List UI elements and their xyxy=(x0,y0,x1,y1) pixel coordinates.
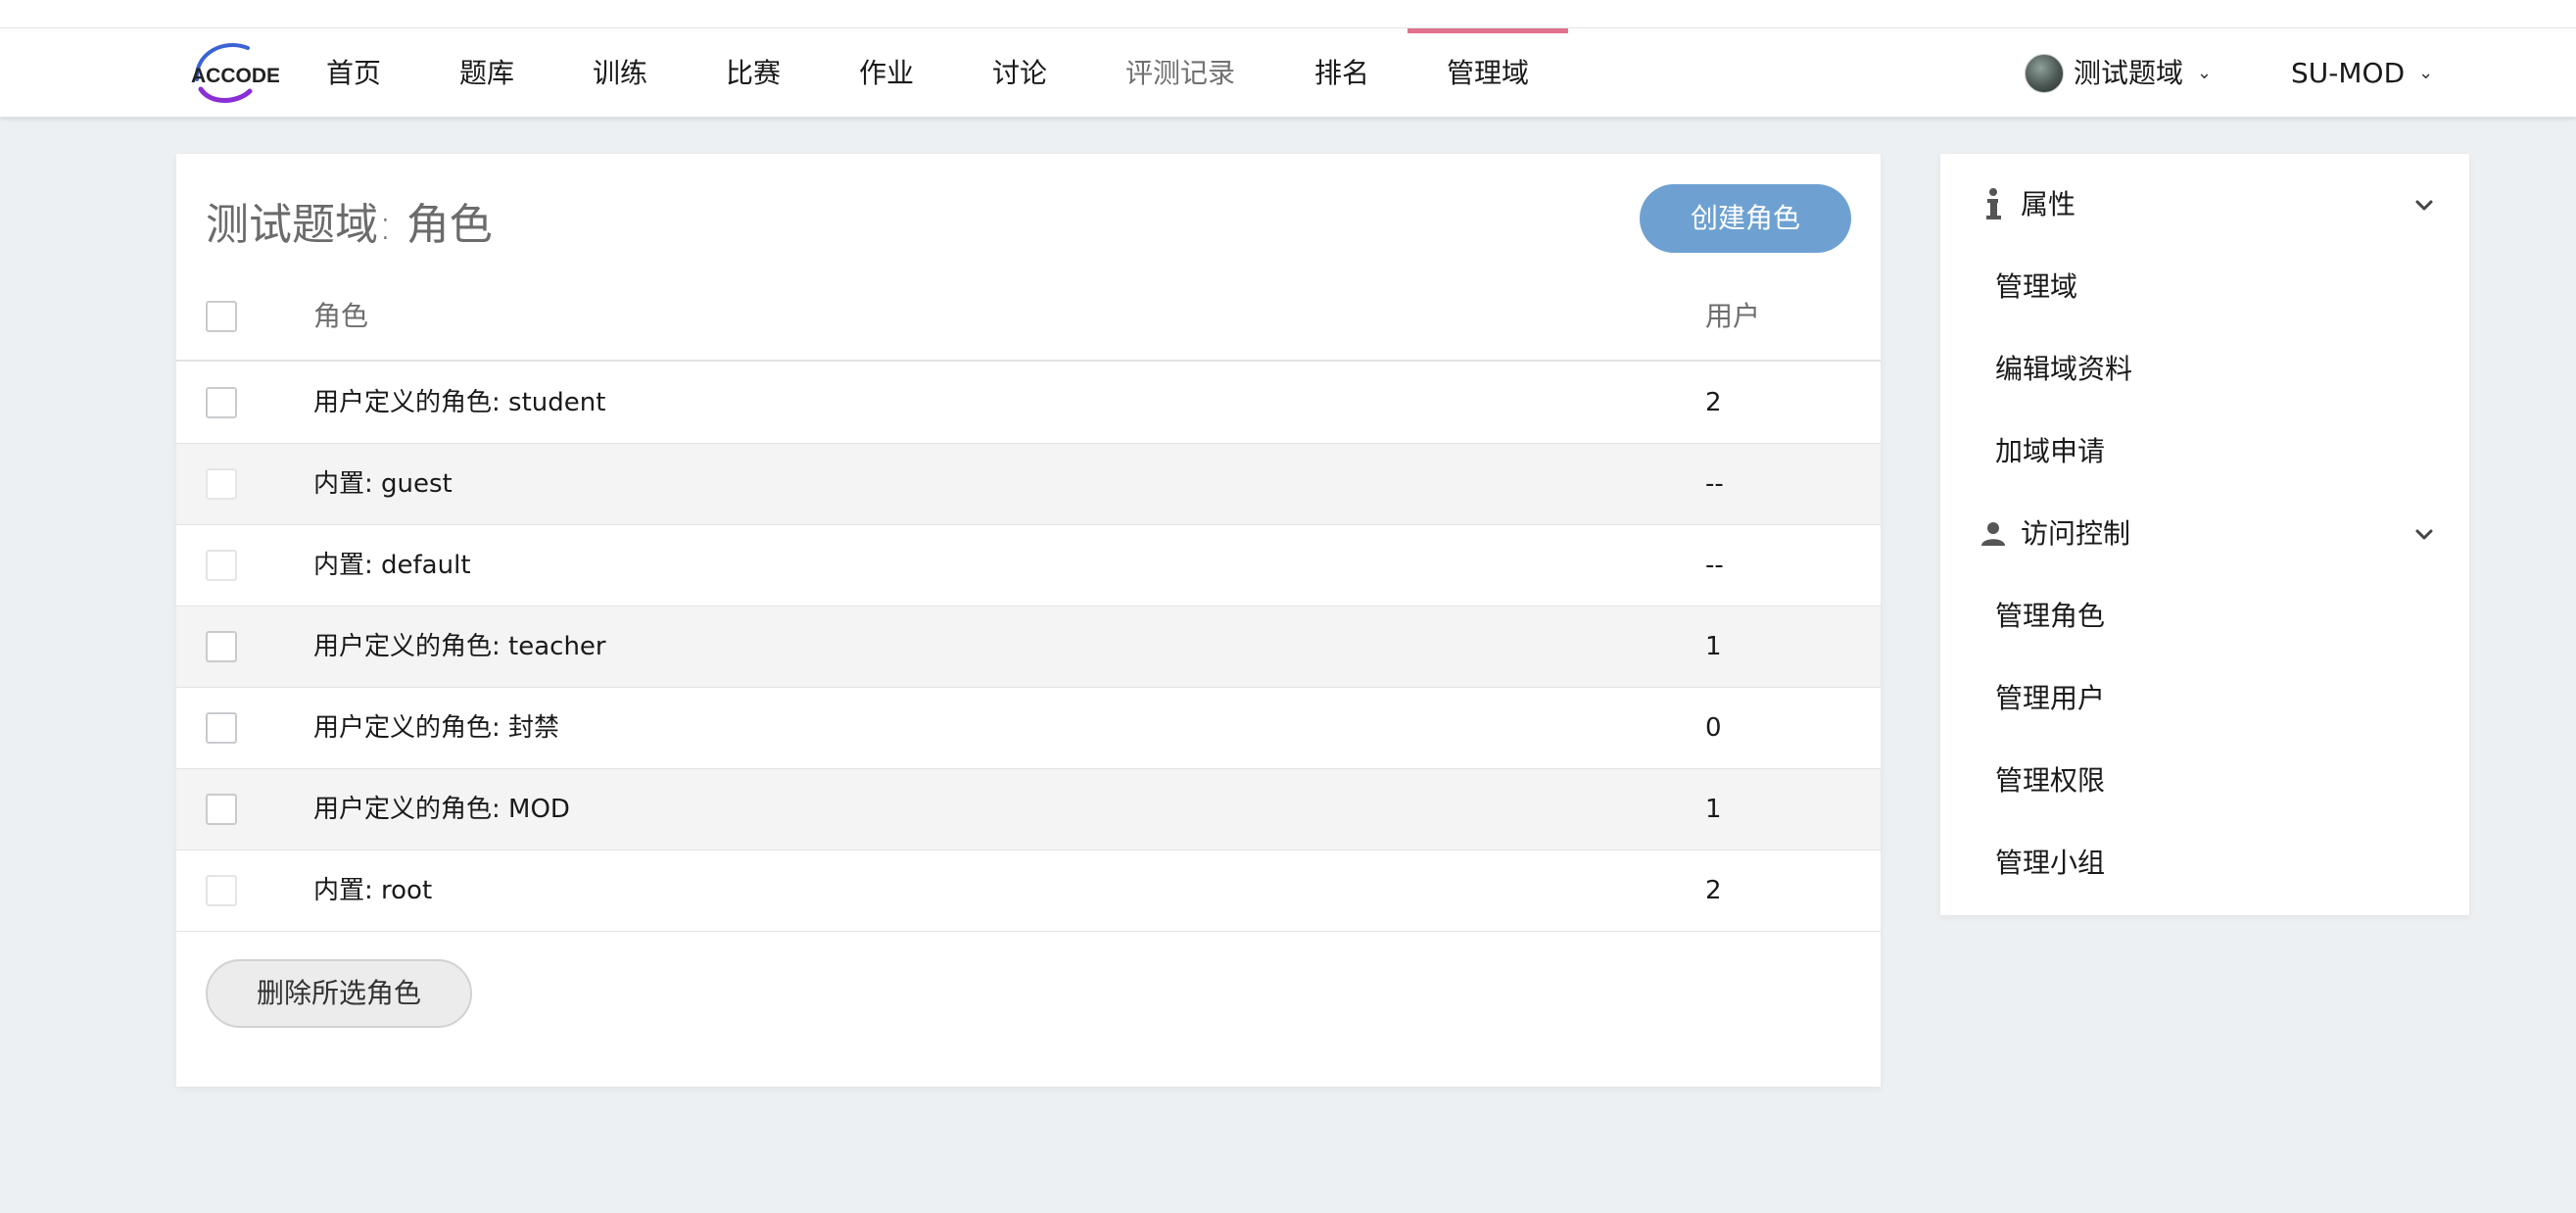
sidebar-item-manage-roles[interactable]: 管理角色 xyxy=(1995,575,2105,657)
roles-table-header: 角色 用户 xyxy=(176,271,1881,362)
role-user-count: -- xyxy=(1705,469,1724,499)
roles-panel: 测试题域: 角色 创建角色 角色 用户 用户定义的角色: student 2 内… xyxy=(176,154,1881,1087)
role-user-count: 0 xyxy=(1705,713,1722,743)
nav-homework[interactable]: 作业 xyxy=(859,28,914,118)
sidebar-section-label: 访问控制 xyxy=(2021,517,2131,550)
row-checkbox xyxy=(206,468,237,500)
domain-switcher[interactable]: 测试题域 ⌄ xyxy=(2025,28,2212,118)
nav-contest[interactable]: 比赛 xyxy=(726,28,781,118)
sidebar-item-join-requests[interactable]: 加域申请 xyxy=(1995,411,2105,493)
role-name: 用户定义的角色: MOD xyxy=(313,795,570,824)
sidebar-item-manage-permissions[interactable]: 管理权限 xyxy=(1995,740,2105,822)
nav-training[interactable]: 训练 xyxy=(593,28,647,118)
table-row: 用户定义的角色: 封禁 0 xyxy=(176,688,1881,769)
sidebar-item-manage-groups[interactable]: 管理小组 xyxy=(1995,822,2105,904)
top-strip xyxy=(0,0,2576,28)
table-row: 内置: default -- xyxy=(176,525,1881,606)
chevron-down-icon xyxy=(2415,529,2433,540)
sidebar-item-manage-users[interactable]: 管理用户 xyxy=(1995,657,2105,740)
chevron-down-icon: ⌄ xyxy=(2418,63,2434,83)
row-checkbox[interactable] xyxy=(206,387,237,418)
row-checkbox xyxy=(206,875,237,906)
create-role-button[interactable]: 创建角色 xyxy=(1640,184,1851,253)
table-row: 用户定义的角色: teacher 1 xyxy=(176,606,1881,688)
table-row: 内置: guest -- xyxy=(176,444,1881,525)
chevron-down-icon: ⌄ xyxy=(2197,63,2213,83)
row-checkbox[interactable] xyxy=(206,631,237,662)
sidebar-section-label: 属性 xyxy=(2021,188,2076,220)
sidebar-section-access-control[interactable]: 访问控制 xyxy=(1940,493,2469,575)
nav-discussion[interactable]: 讨论 xyxy=(992,28,1047,118)
logo-text: ACCODE xyxy=(191,65,279,87)
domain-switcher-label: 测试题域 xyxy=(2074,57,2184,89)
user-menu-label: SU-MOD xyxy=(2291,57,2406,89)
row-checkbox[interactable] xyxy=(206,712,237,744)
page-title: 测试题域: 角色 xyxy=(206,200,493,250)
sidebar-item-edit-domain-profile[interactable]: 编辑域资料 xyxy=(1995,328,2132,411)
role-name: 内置: root xyxy=(313,876,433,905)
column-header-users[interactable]: 用户 xyxy=(1705,271,1760,362)
role-user-count: -- xyxy=(1705,551,1724,580)
user-menu[interactable]: SU-MOD ⌄ xyxy=(2291,28,2433,118)
select-all-checkbox[interactable] xyxy=(206,301,237,332)
user-icon xyxy=(1981,522,2005,546)
role-user-count: 2 xyxy=(1705,876,1722,905)
role-user-count: 1 xyxy=(1705,795,1722,824)
nav-ranking[interactable]: 排名 xyxy=(1314,28,1369,118)
role-user-count: 2 xyxy=(1705,388,1722,417)
role-name: 用户定义的角色: 封禁 xyxy=(313,713,560,743)
sidebar-item-manage-domain[interactable]: 管理域 xyxy=(1995,246,2077,328)
nav-problem-set[interactable]: 题库 xyxy=(459,28,514,118)
nav-manage-domain[interactable]: 管理域 xyxy=(1447,28,1529,118)
role-user-count: 1 xyxy=(1705,632,1722,661)
domain-sidebar: 属性 管理域 编辑域资料 加域申请 访问控制 管理角色 管理用户 管理权限 管理… xyxy=(1940,154,2469,915)
role-name: 用户定义的角色: student xyxy=(313,388,606,417)
domain-avatar xyxy=(2025,53,2064,93)
column-header-role[interactable]: 角色 xyxy=(313,271,368,362)
role-name: 内置: guest xyxy=(313,469,453,499)
info-icon xyxy=(1986,188,2001,219)
nav-judge-records[interactable]: 评测记录 xyxy=(1125,28,1235,118)
table-row: 内置: root 2 xyxy=(176,850,1881,932)
top-navbar: ACCODE 首页 题库 训练 比赛 作业 讨论 评测记录 排名 管理域 测试题… xyxy=(0,28,2576,118)
accode-logo[interactable]: ACCODE xyxy=(189,40,279,105)
role-name: 用户定义的角色: teacher xyxy=(313,632,606,661)
nav-home[interactable]: 首页 xyxy=(326,28,381,118)
chevron-down-icon xyxy=(2415,200,2433,211)
table-row: 用户定义的角色: MOD 1 xyxy=(176,769,1881,850)
sidebar-section-properties[interactable]: 属性 xyxy=(1940,164,2469,246)
row-checkbox xyxy=(206,550,237,581)
row-checkbox[interactable] xyxy=(206,794,237,825)
logo-mark: ACCODE xyxy=(191,42,279,103)
role-name: 内置: default xyxy=(313,551,471,580)
table-row: 用户定义的角色: student 2 xyxy=(176,363,1881,444)
delete-selected-roles-button[interactable]: 删除所选角色 xyxy=(206,959,472,1028)
